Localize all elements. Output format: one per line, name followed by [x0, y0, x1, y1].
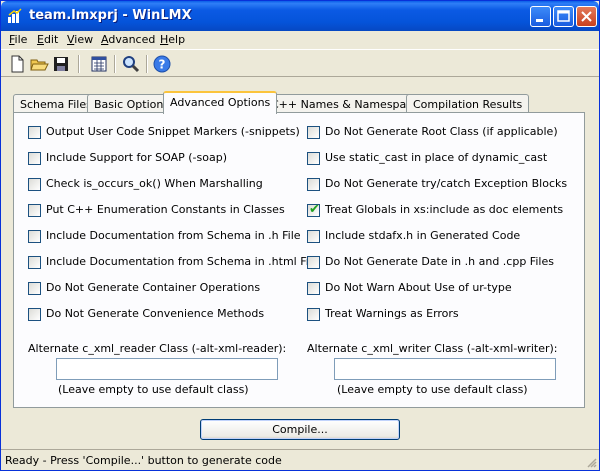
status-text: Ready - Press 'Compile...' button to gen…	[5, 454, 282, 467]
tab-label: Compilation Results	[413, 98, 523, 111]
title-bar[interactable]: team.lmxprj - WinLMX	[1, 1, 599, 31]
writer-class-input[interactable]	[334, 358, 556, 380]
checkbox[interactable]	[28, 256, 41, 269]
checkbox[interactable]	[28, 178, 41, 191]
checkbox[interactable]	[28, 282, 41, 295]
checkbox[interactable]	[307, 256, 320, 269]
option-label: Do Not Generate Container Operations	[46, 281, 261, 294]
checkbox[interactable]	[28, 230, 41, 243]
checkbox[interactable]	[307, 178, 320, 191]
compile-button[interactable]: Compile...	[200, 419, 400, 440]
checkbox[interactable]	[28, 126, 41, 139]
option-label: Include Documentation from Schema in .ht…	[46, 255, 319, 268]
save-icon[interactable]	[51, 54, 71, 74]
main-window: team.lmxprj - WinLMX File Edit View Adva…	[0, 0, 600, 471]
resize-grip-icon[interactable]	[585, 456, 597, 468]
new-file-icon[interactable]	[7, 54, 27, 74]
checkbox[interactable]	[28, 204, 41, 217]
menu-view[interactable]: View	[67, 33, 93, 46]
tab-label: C++ Names & Namespaces	[271, 98, 425, 111]
option-label: Output User Code Snippet Markers (-snipp…	[46, 125, 300, 138]
option-label: Do Not Generate try/catch Exception Bloc…	[325, 177, 568, 190]
maximize-icon	[557, 10, 570, 22]
minimize-button[interactable]	[530, 6, 551, 27]
reader-class-label: Alternate c_xml_reader Class (-alt-xml-r…	[28, 342, 287, 355]
toolbar-separator	[78, 55, 80, 73]
status-bar: Ready - Press 'Compile...' button to gen…	[1, 449, 599, 470]
writer-class-hint: (Leave empty to use default class)	[337, 383, 528, 396]
tab-advanced-options[interactable]: Advanced Options	[163, 91, 278, 114]
option-label: Include Support for SOAP (-soap)	[46, 151, 227, 164]
option-label: Put C++ Enumeration Constants in Classes	[46, 203, 285, 216]
help-icon[interactable]: ?	[152, 54, 172, 74]
checkbox[interactable]	[28, 152, 41, 165]
search-icon[interactable]	[121, 54, 141, 74]
tab-schema-files[interactable]: Schema Files	[13, 94, 99, 114]
advanced-options-panel: Output User Code Snippet Markers (-snipp…	[13, 112, 585, 408]
checkbox[interactable]	[307, 126, 320, 139]
option-label: Do Not Generate Date in .h and .cpp File…	[325, 255, 554, 268]
close-button[interactable]	[576, 6, 597, 27]
checkbox[interactable]	[307, 282, 320, 295]
option-label: Treat Globals in xs:include as doc eleme…	[325, 203, 564, 216]
option-label: Do Not Generate Convenience Methods	[46, 307, 265, 320]
option-label: Treat Warnings as Errors	[325, 307, 459, 320]
menu-bar: File Edit View Advanced Help	[1, 31, 599, 49]
checkbox[interactable]	[307, 308, 320, 321]
tab-compilation-results[interactable]: Compilation Results	[406, 94, 530, 114]
option-label: Do Not Generate Root Class (if applicabl…	[325, 125, 558, 138]
option-label: Include Documentation from Schema in .h …	[46, 229, 301, 242]
toolbar-separator	[146, 55, 148, 73]
checkbox[interactable]	[307, 152, 320, 165]
tab-label: Schema Files	[20, 98, 92, 111]
writer-class-label: Alternate c_xml_writer Class (-alt-xml-w…	[307, 342, 558, 355]
menu-edit[interactable]: Edit	[37, 33, 58, 46]
open-folder-icon[interactable]	[29, 54, 49, 74]
checkbox[interactable]	[307, 230, 320, 243]
close-icon	[581, 11, 592, 22]
menu-advanced[interactable]: Advanced	[101, 33, 155, 46]
checkmark-icon: ✔	[309, 202, 320, 217]
reader-class-hint: (Leave empty to use default class)	[58, 383, 249, 396]
option-label: Include stdafx.h in Generated Code	[325, 229, 521, 242]
menu-help[interactable]: Help	[160, 33, 185, 46]
minimize-icon	[536, 19, 543, 22]
app-icon	[8, 8, 22, 23]
option-label: Do Not Warn About Use of ur-type	[325, 281, 512, 294]
menu-file[interactable]: File	[9, 33, 27, 46]
toolbar-separator	[114, 55, 116, 73]
tab-label: Basic Options	[94, 98, 170, 111]
checkbox-checked[interactable]: ✔	[307, 202, 320, 217]
tab-label: Advanced Options	[170, 96, 271, 109]
toolbar: ?	[1, 49, 599, 77]
calendar-icon[interactable]	[89, 54, 109, 74]
window-title: team.lmxprj - WinLMX	[29, 8, 192, 23]
option-label: Check is_occurs_ok() When Marshalling	[46, 177, 263, 190]
option-label: Use static_cast in place of dynamic_cast	[325, 151, 548, 164]
svg-text:?: ?	[159, 58, 166, 72]
checkbox[interactable]	[28, 308, 41, 321]
reader-class-input[interactable]	[56, 358, 278, 380]
maximize-button[interactable]	[553, 6, 574, 27]
